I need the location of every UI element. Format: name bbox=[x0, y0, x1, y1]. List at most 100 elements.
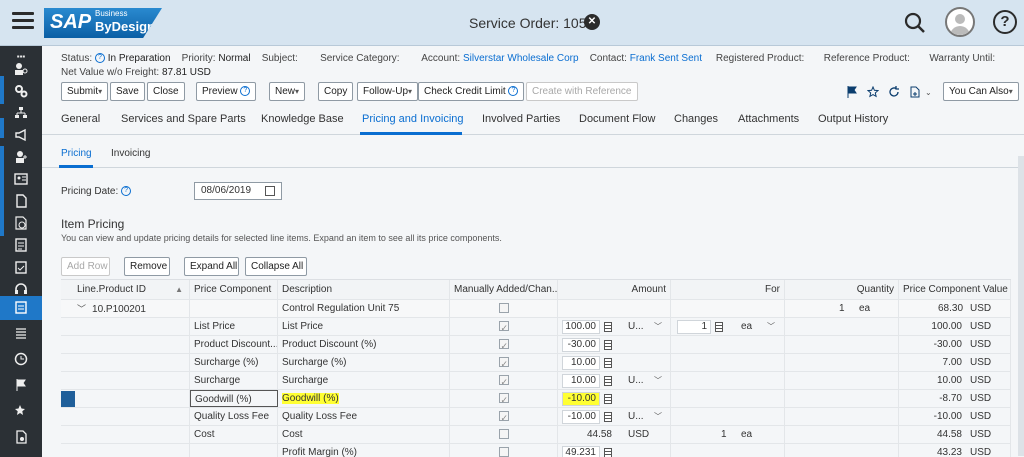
price-component-cell[interactable]: Surcharge (%) bbox=[190, 354, 278, 371]
amount-input[interactable]: 10.00 bbox=[562, 356, 600, 370]
you-can-also-button[interactable]: You Can Also▾ bbox=[943, 82, 1019, 101]
table-row[interactable]: Cost Cost 44.58 USD 1 ea 44.58 USD bbox=[61, 426, 1011, 444]
amount-input[interactable]: 49.231 bbox=[562, 446, 600, 457]
checkbox[interactable] bbox=[498, 303, 509, 314]
sidebar-item-documents[interactable] bbox=[0, 190, 42, 212]
avatar[interactable] bbox=[945, 7, 975, 37]
page-add-icon[interactable] bbox=[909, 86, 921, 98]
checkbox[interactable] bbox=[498, 319, 509, 335]
sidebar-item-reports[interactable] bbox=[0, 234, 42, 256]
sidebar-item-recent[interactable] bbox=[0, 348, 42, 370]
star-icon[interactable] bbox=[867, 86, 879, 98]
calculator-icon[interactable] bbox=[604, 394, 612, 404]
sidebar-item-cards[interactable] bbox=[0, 168, 42, 190]
sidebar-item-web[interactable] bbox=[0, 212, 42, 234]
chevron-down-icon[interactable]: ﹀ bbox=[767, 318, 775, 335]
sidebar-item-workflow[interactable] bbox=[0, 80, 42, 102]
amount-input[interactable]: 10.00 bbox=[562, 374, 600, 388]
sidebar-item-tasks[interactable] bbox=[0, 256, 42, 278]
collapse-all-button[interactable]: Collapse All bbox=[245, 257, 307, 276]
chevron-down-icon[interactable]: ﹀ bbox=[654, 408, 662, 425]
preview-button[interactable]: Preview ? bbox=[196, 82, 257, 101]
table-row[interactable]: SurchargeSurcharge 10.00 U... ﹀ 10.00 USD bbox=[61, 372, 1011, 390]
help-icon[interactable]: ? bbox=[121, 186, 132, 197]
col-price-component-value[interactable]: Price Component Value bbox=[899, 280, 1011, 299]
col-price-component[interactable]: Price Component bbox=[190, 280, 278, 299]
table-row[interactable]: Product Discount...Product Discount (%) -… bbox=[61, 336, 1011, 354]
follow-up-button[interactable]: Follow-Up▾ bbox=[357, 82, 419, 101]
amount-unit[interactable]: U... bbox=[628, 372, 644, 389]
checkbox[interactable] bbox=[498, 391, 509, 407]
calculator-icon[interactable] bbox=[715, 322, 723, 332]
calculator-icon[interactable] bbox=[604, 448, 612, 457]
price-component-cell[interactable]: Product Discount... bbox=[190, 336, 278, 353]
help-icon[interactable]: ? bbox=[993, 10, 1017, 34]
amount-input[interactable]: -10.00 bbox=[562, 392, 600, 406]
sidebar-item-rules[interactable] bbox=[0, 426, 42, 448]
tab-involved-parties[interactable]: Involved Parties bbox=[482, 113, 560, 125]
col-quantity[interactable]: Quantity bbox=[785, 280, 899, 299]
col-for[interactable]: For bbox=[671, 280, 785, 299]
calculator-icon[interactable] bbox=[604, 376, 612, 386]
tab-invoicing[interactable]: Invoicing bbox=[111, 148, 150, 159]
col-line-product-id[interactable]: Line.Product ID ▲ bbox=[61, 280, 190, 299]
for-input[interactable]: 1 bbox=[677, 320, 711, 334]
price-component-cell[interactable] bbox=[190, 444, 278, 457]
table-row[interactable]: Quality Loss FeeQuality Loss Fee -10.00 U.… bbox=[61, 408, 1011, 426]
check-credit-limit-button[interactable]: Check Credit Limit ? bbox=[418, 82, 525, 101]
amount-input[interactable]: 100.00 bbox=[562, 320, 600, 334]
amount-input[interactable]: -10.00 bbox=[562, 410, 600, 424]
account-link[interactable]: Silverstar Wholesale Corp bbox=[463, 53, 579, 64]
create-with-reference-button[interactable]: Create with Reference bbox=[526, 82, 638, 101]
tab-document-flow[interactable]: Document Flow bbox=[579, 113, 655, 125]
amount-input[interactable]: -30.00 bbox=[562, 338, 600, 352]
checkbox[interactable] bbox=[498, 373, 509, 389]
add-row-button[interactable]: Add Row bbox=[61, 257, 110, 276]
checkbox[interactable] bbox=[498, 337, 509, 353]
tab-pricing-invoicing[interactable]: Pricing and Invoicing bbox=[362, 113, 464, 125]
sidebar-item-lists[interactable] bbox=[0, 322, 42, 344]
calculator-icon[interactable] bbox=[604, 322, 612, 332]
calendar-icon[interactable] bbox=[265, 186, 275, 196]
amount-unit[interactable]: U... bbox=[628, 408, 644, 425]
table-row[interactable]: Profit Margin (%) 49.231 43.23 USD bbox=[61, 444, 1011, 457]
table-row[interactable]: Goodwill (%)Goodwill (%) -10.00 -8.70 USD bbox=[61, 390, 1011, 408]
copy-button[interactable]: Copy bbox=[318, 82, 354, 101]
table-row[interactable]: List PriceList Price 100.00 U... ﹀ 1 ea ﹀ 100.0… bbox=[61, 318, 1011, 336]
sidebar-item-favorites[interactable] bbox=[0, 400, 42, 422]
col-amount[interactable]: Amount bbox=[558, 280, 671, 299]
expand-all-button[interactable]: Expand All bbox=[184, 257, 239, 276]
tab-pricing[interactable]: Pricing bbox=[61, 148, 92, 159]
row-selector[interactable] bbox=[61, 391, 75, 407]
search-icon[interactable] bbox=[904, 12, 926, 34]
price-component-cell[interactable]: List Price bbox=[190, 318, 278, 335]
remove-button[interactable]: Remove bbox=[124, 257, 170, 276]
checkbox[interactable] bbox=[498, 355, 509, 371]
tab-attachments[interactable]: Attachments bbox=[738, 113, 799, 125]
table-row[interactable]: Surcharge (%)Surcharge (%) 10.00 7.00 USD bbox=[61, 354, 1011, 372]
tab-output-history[interactable]: Output History bbox=[818, 113, 888, 125]
chevron-down-icon[interactable]: ﹀ bbox=[77, 300, 86, 317]
tab-general[interactable]: General bbox=[61, 113, 100, 125]
sidebar-item-campaigns[interactable] bbox=[0, 124, 42, 146]
flag-icon[interactable] bbox=[847, 86, 858, 98]
line-product-cell[interactable]: ﹀ 10.P100201 bbox=[61, 300, 190, 317]
sidebar-item-flags[interactable] bbox=[0, 374, 42, 396]
calculator-icon[interactable] bbox=[604, 340, 612, 350]
sidebar-item-service-orders[interactable] bbox=[0, 296, 42, 320]
tab-services-spare-parts[interactable]: Services and Spare Parts bbox=[121, 113, 246, 125]
chevron-down-icon[interactable]: ﹀ bbox=[654, 318, 662, 335]
new-button[interactable]: New▾ bbox=[269, 82, 306, 101]
col-manually-added[interactable]: Manually Added/Chan... bbox=[450, 280, 558, 299]
sidebar-item-contacts[interactable] bbox=[0, 146, 42, 168]
vertical-scrollbar[interactable] bbox=[1018, 156, 1024, 456]
close-icon[interactable]: ✕ bbox=[584, 14, 600, 30]
save-button[interactable]: Save bbox=[110, 82, 145, 101]
contact-link[interactable]: Frank Sent Sent bbox=[630, 53, 702, 64]
tab-knowledge-base[interactable]: Knowledge Base bbox=[261, 113, 344, 125]
table-row[interactable]: ﹀ 10.P100201 Control Regulation Unit 75 1… bbox=[61, 300, 1011, 318]
price-component-cell[interactable]: Goodwill (%) bbox=[190, 390, 278, 407]
refresh-icon[interactable] bbox=[889, 86, 900, 98]
submit-button[interactable]: Submit▾ bbox=[61, 82, 109, 101]
checkbox[interactable] bbox=[498, 409, 509, 425]
